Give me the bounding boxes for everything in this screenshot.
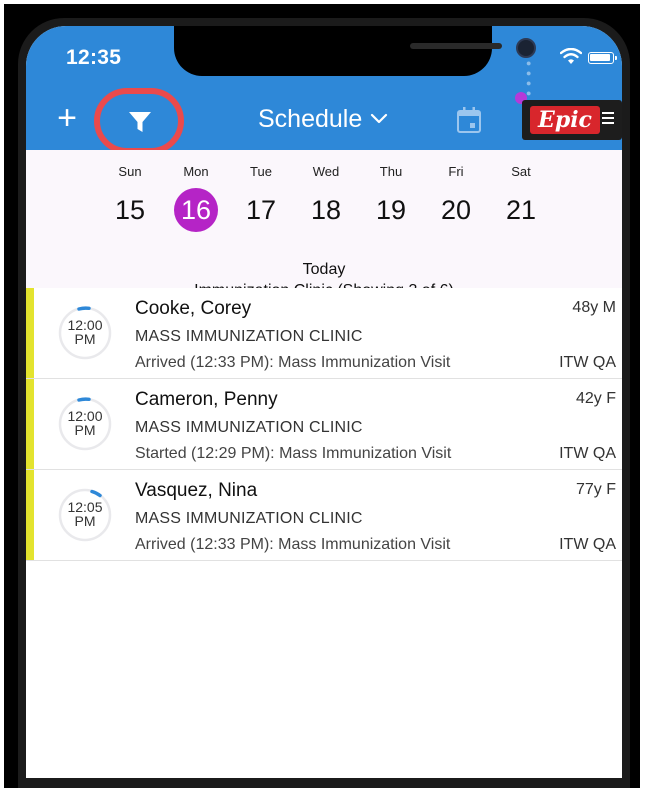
appointment-time-clock: 12:00 PM — [56, 304, 114, 362]
day-wed[interactable]: Wed 18 — [298, 164, 354, 232]
day-fri[interactable]: Fri 20 — [428, 164, 484, 232]
wifi-icon — [560, 48, 582, 64]
clinic-name: MASS IMMUNIZATION CLINIC — [135, 328, 363, 345]
day-name: Sun — [118, 164, 142, 179]
day-name: Wed — [312, 164, 340, 179]
appointment-ampm: PM — [74, 513, 96, 529]
appointment-ampm: PM — [74, 331, 96, 347]
schedule-title: Schedule — [258, 104, 363, 133]
department: ITW QA — [559, 445, 616, 462]
visit-status: Arrived (12:33 PM): Mass Immunization Vi… — [135, 354, 451, 371]
hamburger-icon — [602, 112, 614, 127]
appointment-row[interactable]: 12:00 PM Cameron, Penny MASS IMMUNIZATIO… — [26, 379, 622, 470]
clinic-name: MASS IMMUNIZATION CLINIC — [135, 419, 363, 436]
day-number: 21 — [505, 195, 537, 225]
signal-icon: ● ● ● ● — [526, 58, 533, 98]
status-color-bar — [26, 379, 34, 469]
today-label: Today — [302, 261, 346, 278]
appointment-ampm: PM — [74, 422, 96, 438]
day-name: Tue — [250, 164, 272, 179]
day-number: 19 — [375, 195, 407, 225]
day-sat[interactable]: Sat 21 — [493, 164, 549, 232]
calendar-button[interactable] — [456, 106, 482, 134]
day-name: Sat — [511, 164, 531, 179]
patient-name: Cooke, Corey — [135, 298, 252, 319]
speaker-grille — [410, 43, 502, 49]
day-sun[interactable]: Sun 15 — [102, 164, 158, 232]
notch — [174, 26, 536, 76]
phone-screen: 12:35 ● ● ● ● + Schedule Epic Sun 15 Mon… — [26, 26, 622, 778]
department: ITW QA — [559, 354, 616, 371]
day-tue[interactable]: Tue 17 — [233, 164, 289, 232]
department: ITW QA — [559, 536, 616, 553]
day-name: Fri — [448, 164, 464, 179]
appointment-list: 12:00 PM Cooke, Corey MASS IMMUNIZATION … — [26, 288, 622, 561]
patient-age-sex: 42y F — [575, 390, 616, 407]
calendar-icon — [457, 107, 481, 133]
filter-button[interactable] — [126, 108, 154, 136]
battery-icon — [588, 52, 617, 64]
epic-menu-button[interactable]: Epic — [522, 100, 622, 140]
day-thu[interactable]: Thu 19 — [363, 164, 419, 232]
patient-age-sex: 77y F — [575, 481, 616, 498]
clinic-name: MASS IMMUNIZATION CLINIC — [135, 510, 363, 527]
day-name: Thu — [379, 164, 403, 179]
day-mon[interactable]: Mon 16 — [168, 164, 224, 232]
patient-name: Cameron, Penny — [135, 389, 278, 410]
camera-icon — [516, 38, 536, 58]
appointment-row[interactable]: 12:00 PM Cooke, Corey MASS IMMUNIZATION … — [26, 288, 622, 379]
day-name: Mon — [183, 164, 209, 179]
week-strip: Sun 15 Mon 16 Tue 17 Wed 18 Thu 19 Fri 2… — [26, 150, 622, 299]
day-number: 18 — [310, 195, 342, 225]
status-time: 12:35 — [66, 46, 122, 69]
day-number: 17 — [245, 195, 277, 225]
visit-status: Arrived (12:33 PM): Mass Immunization Vi… — [135, 536, 451, 553]
epic-logo: Epic — [530, 106, 600, 134]
top-bar: 12:35 ● ● ● ● + Schedule Epic — [26, 26, 622, 154]
patient-age-sex: 48y M — [572, 299, 616, 316]
patient-name: Vasquez, Nina — [135, 480, 258, 501]
status-color-bar — [26, 470, 34, 560]
appointment-time-clock: 12:00 PM — [56, 395, 114, 453]
appointment-time-clock: 12:05 PM — [56, 486, 114, 544]
appointment-row[interactable]: 12:05 PM Vasquez, Nina MASS IMMUNIZATION… — [26, 470, 622, 561]
day-number: 20 — [440, 195, 472, 225]
visit-status: Started (12:29 PM): Mass Immunization Vi… — [135, 445, 452, 462]
day-number-selected: 16 — [174, 188, 218, 232]
chevron-down-icon — [371, 113, 388, 124]
day-number: 15 — [114, 195, 146, 225]
schedule-dropdown[interactable]: Schedule — [258, 104, 388, 134]
filter-icon — [129, 112, 151, 132]
status-color-bar — [26, 288, 34, 378]
add-button[interactable]: + — [52, 101, 82, 135]
